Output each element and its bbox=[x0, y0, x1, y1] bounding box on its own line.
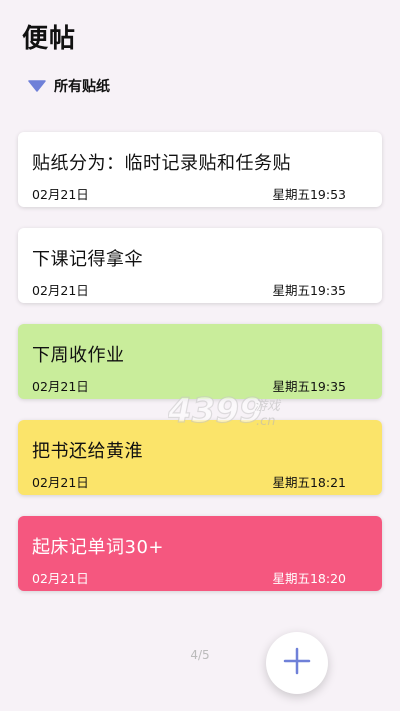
note-time: 星期五19:35 bbox=[272, 379, 346, 394]
note-text: 贴纸分为：临时记录贴和任务贴 bbox=[32, 153, 291, 174]
filter-dropdown[interactable]: 所有贴纸 bbox=[28, 76, 110, 96]
add-note-button[interactable] bbox=[266, 632, 328, 694]
notes-list: 贴纸分为：临时记录贴和任务贴 02月21日 星期五19:53 下课记得拿伞 02月21日… bbox=[18, 132, 382, 612]
note-text: 下课记得拿伞 bbox=[32, 249, 143, 270]
note-time: 星期五19:53 bbox=[272, 187, 346, 202]
note-card[interactable]: 起床记单词30+ 02月21日 星期五18:20 bbox=[18, 516, 382, 591]
note-text: 下周收作业 bbox=[32, 345, 125, 366]
page-title: 便帖 bbox=[22, 24, 77, 54]
note-time: 星期五18:20 bbox=[272, 571, 346, 586]
plus-icon bbox=[282, 646, 312, 680]
page-indicator: 4/5 bbox=[190, 648, 210, 662]
note-date: 02月21日 bbox=[32, 187, 89, 202]
triangle-down-icon bbox=[28, 80, 46, 92]
note-text: 把书还给黄淮 bbox=[32, 441, 143, 462]
note-text: 起床记单词30+ bbox=[32, 537, 164, 558]
note-card[interactable]: 把书还给黄淮 02月21日 星期五18:21 bbox=[18, 420, 382, 495]
filter-label: 所有贴纸 bbox=[54, 79, 110, 95]
note-card[interactable]: 下课记得拿伞 02月21日 星期五19:35 bbox=[18, 228, 382, 303]
note-card[interactable]: 下周收作业 02月21日 星期五19:35 bbox=[18, 324, 382, 399]
note-time: 星期五19:35 bbox=[272, 283, 346, 298]
note-date: 02月21日 bbox=[32, 571, 89, 586]
note-date: 02月21日 bbox=[32, 475, 89, 490]
note-date: 02月21日 bbox=[32, 379, 89, 394]
note-card[interactable]: 贴纸分为：临时记录贴和任务贴 02月21日 星期五19:53 bbox=[18, 132, 382, 207]
note-date: 02月21日 bbox=[32, 283, 89, 298]
note-time: 星期五18:21 bbox=[272, 475, 346, 490]
